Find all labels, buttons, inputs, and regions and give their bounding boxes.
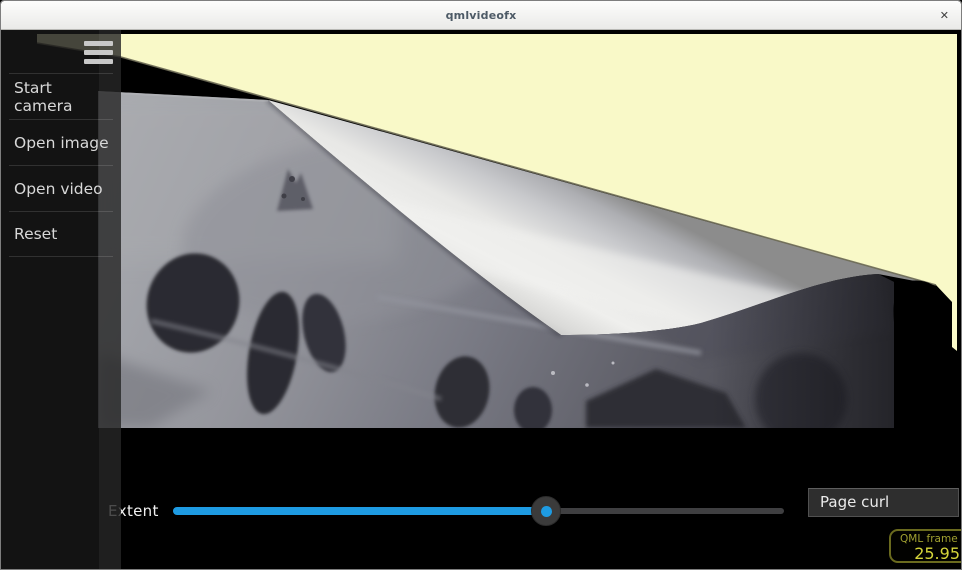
menu-icon-bar [84,41,113,46]
sidebar-menu: Start camera Open image Open video Reset [1,73,121,257]
titlebar: qmlvideofx ✕ [1,1,961,30]
menu-icon-bar [84,59,113,64]
slider-handle-dot [541,506,552,517]
menu-icon-bar [84,50,113,55]
slider-fill[interactable] [173,507,546,515]
slider-handle[interactable] [531,496,561,526]
fps-overlay: QML frame r... 25.95 [889,529,962,563]
sidebar-item-open-video[interactable]: Open video [9,165,113,211]
sidebar-item-reset[interactable]: Reset [9,211,113,257]
close-button[interactable]: ✕ [940,1,949,30]
fps-value: 25.95 [891,544,960,563]
menu-icon[interactable] [84,39,114,67]
app-window: Start camera Open image Open video Reset… [0,0,962,570]
sidebar-item-start-camera[interactable]: Start camera [9,73,113,119]
bottom-controls: Extent Page curl QML frame r... 25.95 [1,1,962,570]
effect-selector-button[interactable]: Page curl [808,488,959,517]
sidebar: Start camera Open image Open video Reset [1,30,121,570]
sidebar-item-open-image[interactable]: Open image [9,119,113,165]
window-title: qmlvideofx [1,1,961,30]
